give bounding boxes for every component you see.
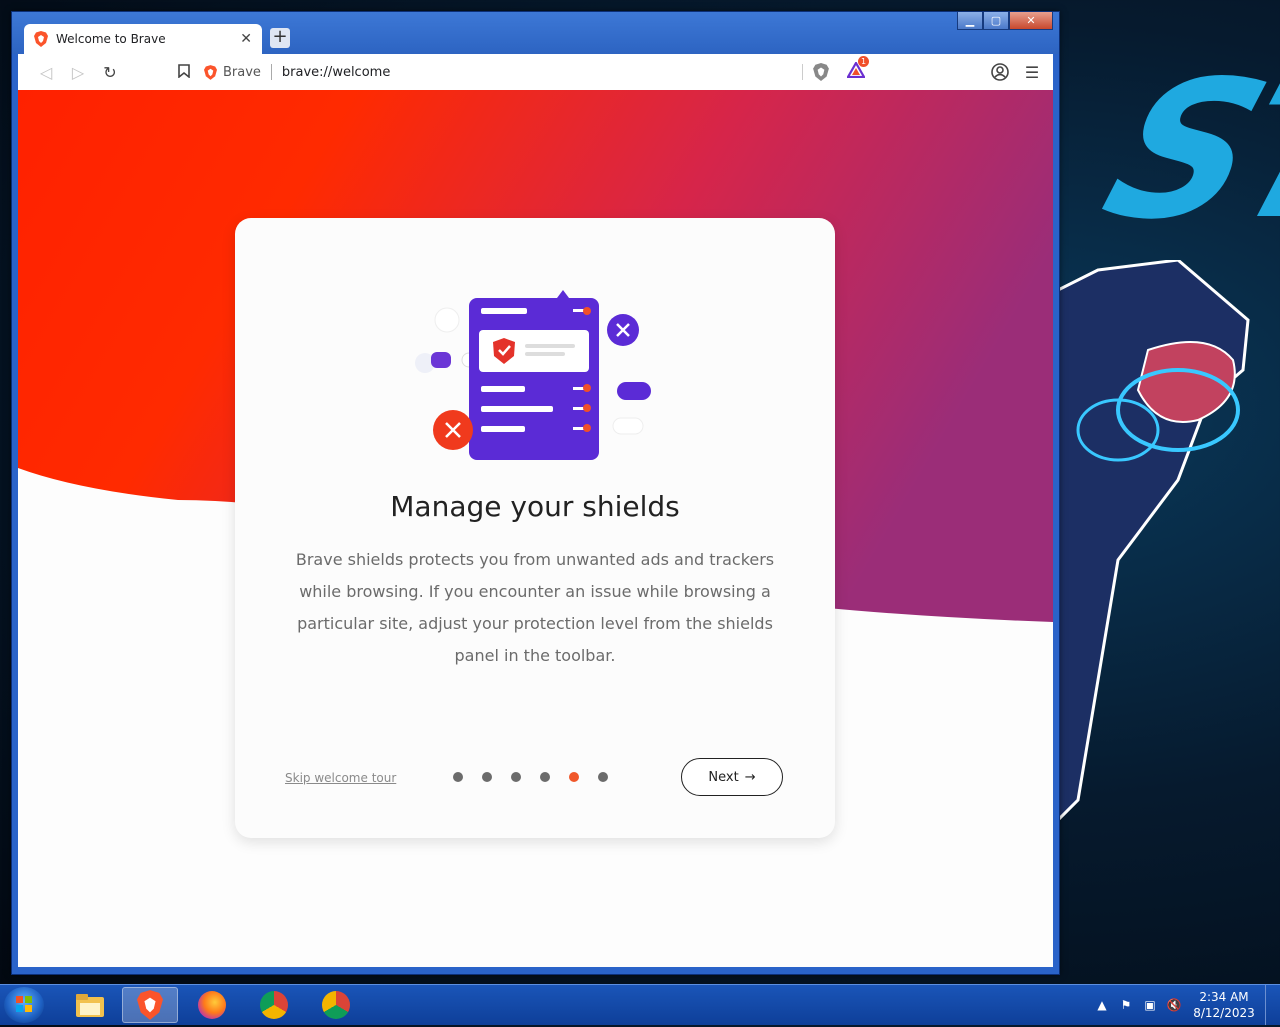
step-dot-4[interactable] — [540, 772, 550, 782]
minimize-button[interactable]: ▁ — [957, 12, 983, 30]
window-controls: ▁ ▢ ✕ — [957, 12, 1053, 30]
taskbar-chrome[interactable] — [246, 987, 302, 1023]
tab-title: Welcome to Brave — [56, 32, 166, 46]
url-actions: 1 — [802, 56, 870, 86]
brave-icon — [137, 990, 163, 1020]
browser-window: Welcome to Brave ✕ + ▁ ▢ ✕ ◁ ▷ ↻ Brave b… — [11, 11, 1060, 975]
chrome-profile-icon — [322, 991, 350, 1019]
welcome-card: Manage your shields Brave shields protec… — [235, 218, 835, 838]
wallpaper-graffiti: ST — [1082, 40, 1280, 261]
network-icon[interactable]: ▣ — [1141, 998, 1159, 1012]
clock[interactable]: 2:34 AM 8/12/2023 — [1189, 989, 1259, 1021]
url-text[interactable]: brave://welcome — [282, 65, 390, 80]
url-site-label: Brave — [223, 64, 261, 80]
brave-site-icon — [204, 64, 217, 80]
shields-illustration — [415, 290, 651, 460]
windows-logo-icon — [16, 996, 32, 1012]
title-bar: Welcome to Brave ✕ + ▁ ▢ ✕ — [12, 12, 1059, 54]
menu-icon[interactable]: ☰ — [1021, 63, 1043, 82]
step-dot-3[interactable] — [511, 772, 521, 782]
system-tray: ▲ ⚑ ▣ 🔇 2:34 AM 8/12/2023 — [1093, 985, 1280, 1025]
toolbar-right: ☰ — [991, 58, 1043, 86]
action-center-flag-icon[interactable]: ⚑ — [1117, 998, 1135, 1012]
clock-time: 2:34 AM — [1199, 990, 1249, 1004]
taskbar-brave[interactable] — [122, 987, 178, 1023]
wallpaper-figure — [1058, 260, 1250, 820]
step-dot-6[interactable] — [598, 772, 608, 782]
forward-icon[interactable]: ▷ — [62, 63, 94, 82]
maximize-button[interactable]: ▢ — [983, 12, 1009, 30]
card-title: Manage your shields — [390, 490, 680, 523]
start-button[interactable] — [4, 987, 44, 1023]
step-dot-5[interactable] — [569, 772, 579, 782]
close-window-button[interactable]: ✕ — [1009, 12, 1053, 30]
page-content: Manage your shields Brave shields protec… — [18, 90, 1053, 967]
show-desktop-button[interactable] — [1265, 985, 1280, 1025]
desktop-wallpaper: ST — [1058, 0, 1280, 984]
step-dot-1[interactable] — [453, 772, 463, 782]
chrome-icon — [260, 991, 288, 1019]
next-button-label: Next — [708, 769, 739, 785]
step-dot-2[interactable] — [482, 772, 492, 782]
reload-icon[interactable]: ↻ — [94, 63, 126, 82]
clock-date: 8/12/2023 — [1193, 1006, 1255, 1020]
bookmark-icon[interactable] — [168, 63, 200, 82]
address-bar[interactable]: Brave brave://welcome — [204, 58, 804, 86]
step-indicator — [453, 772, 608, 782]
rewards-badge: 1 — [858, 56, 870, 67]
folder-icon — [76, 994, 104, 1017]
url-divider — [270, 64, 272, 80]
taskbar-chrome-profile[interactable] — [308, 987, 364, 1023]
card-description: Brave shields protects you from unwanted… — [295, 550, 775, 665]
tab-welcome[interactable]: Welcome to Brave ✕ — [24, 24, 262, 54]
taskbar-file-explorer[interactable] — [62, 987, 118, 1023]
taskbar-firefox[interactable] — [184, 987, 240, 1023]
url-actions-divider — [802, 64, 803, 80]
shields-icon[interactable] — [813, 63, 829, 81]
firefox-icon — [198, 991, 226, 1019]
browser-toolbar: ◁ ▷ ↻ Brave brave://welcome 1 ☰ — [18, 54, 1053, 90]
rewards-button[interactable]: 1 — [846, 56, 870, 82]
arrow-right-icon: → — [744, 769, 756, 785]
next-button[interactable]: Next → — [681, 758, 783, 796]
taskbar: ▲ ⚑ ▣ 🔇 2:34 AM 8/12/2023 — [0, 984, 1280, 1025]
profile-icon[interactable] — [991, 63, 1009, 81]
show-hidden-icons-icon[interactable]: ▲ — [1093, 998, 1111, 1012]
new-tab-button[interactable]: + — [270, 28, 290, 48]
skip-welcome-tour-link[interactable]: Skip welcome tour — [285, 771, 396, 785]
brave-lion-icon — [34, 31, 48, 47]
back-icon[interactable]: ◁ — [30, 63, 62, 82]
volume-muted-icon[interactable]: 🔇 — [1165, 998, 1183, 1012]
tab-close-icon[interactable]: ✕ — [240, 31, 252, 47]
